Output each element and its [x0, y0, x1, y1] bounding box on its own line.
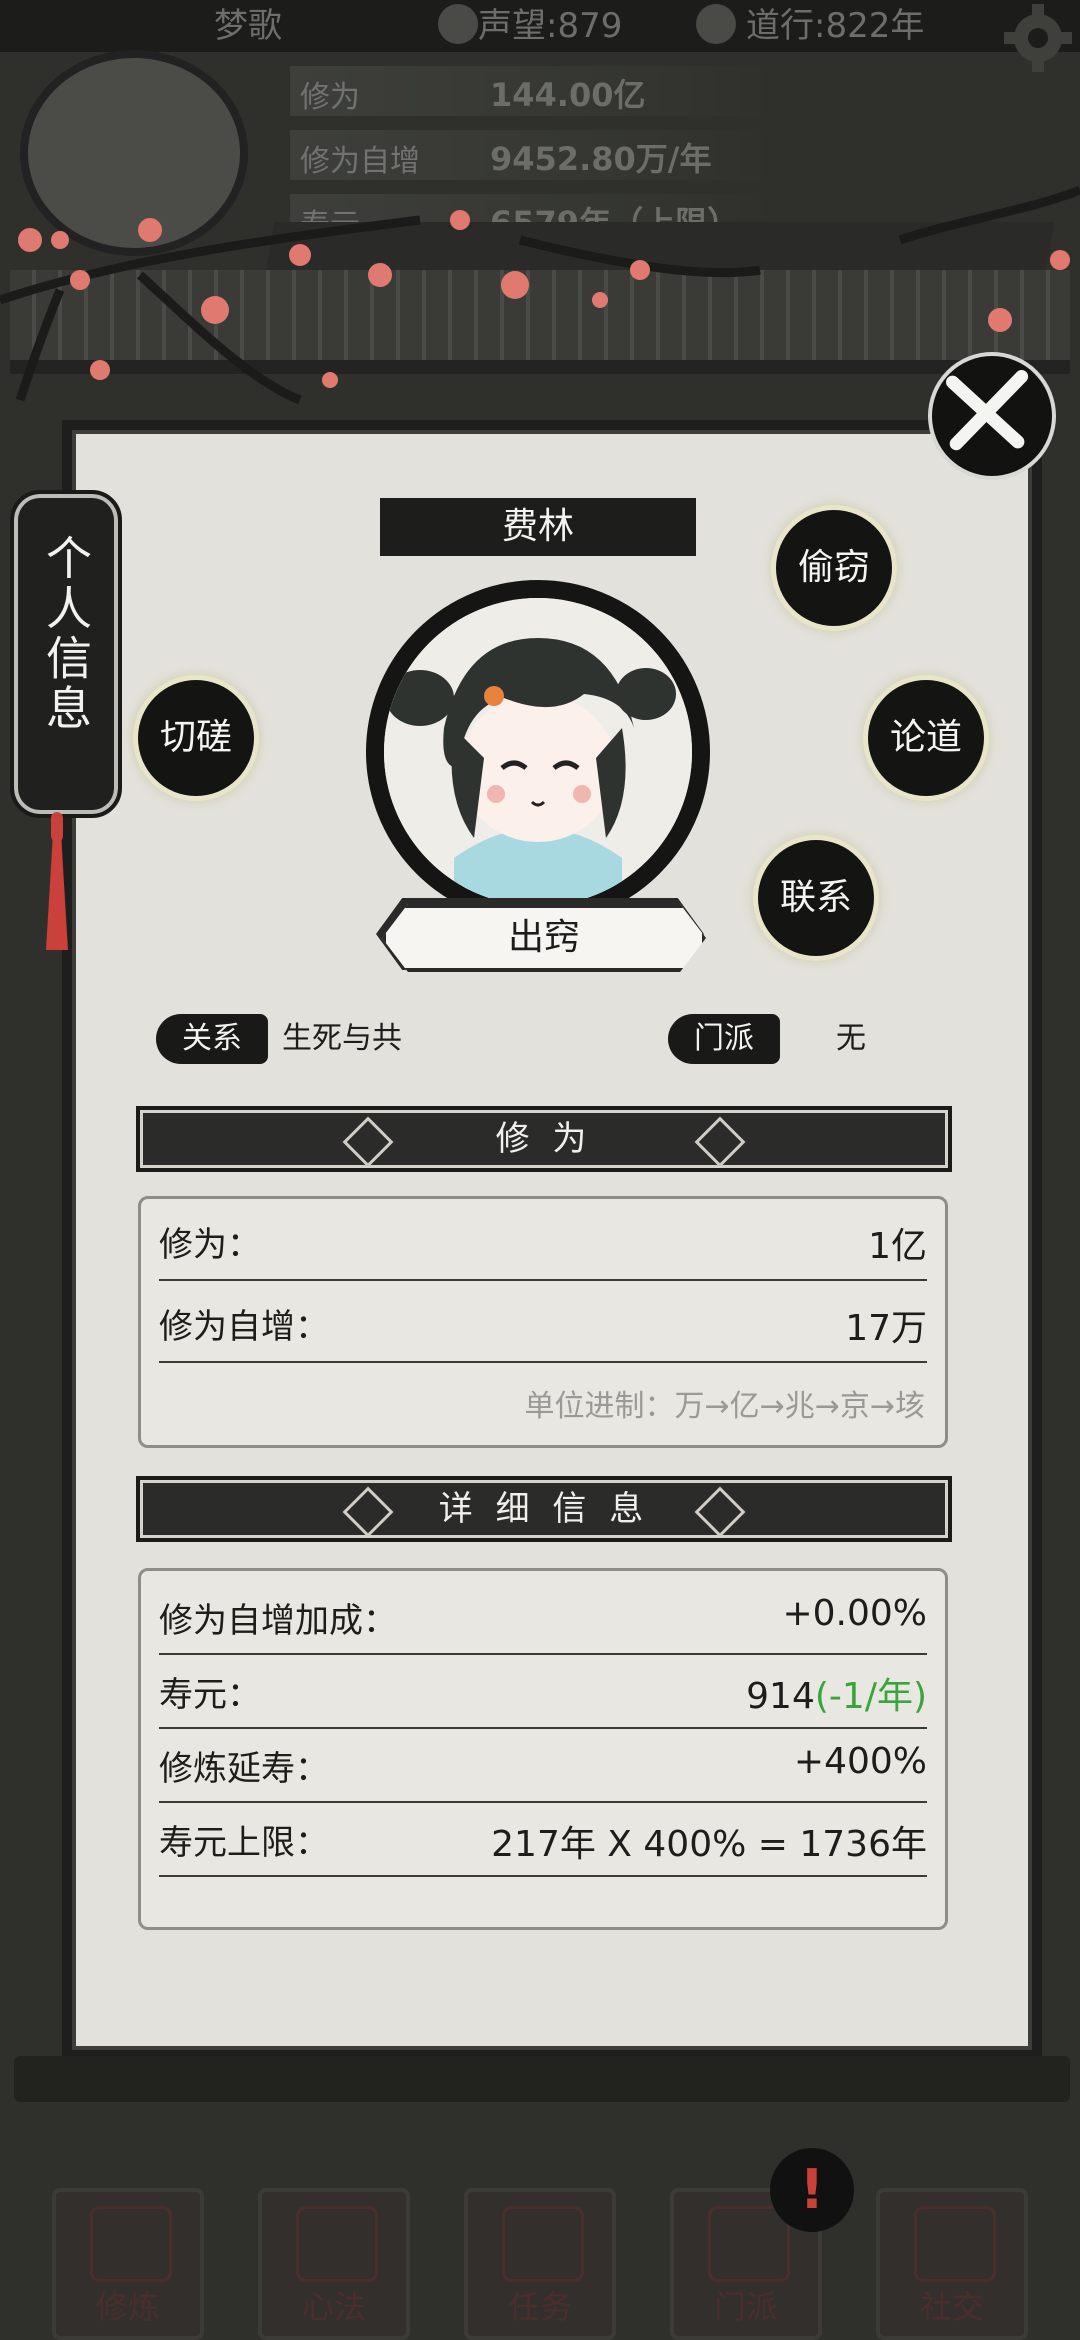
quest-scroll-icon — [502, 2206, 584, 2282]
reputation-icon — [438, 4, 478, 44]
tassel-knot — [51, 812, 63, 842]
scroll-bottom-rod — [14, 2056, 1070, 2102]
diamond-ornament-icon — [694, 1116, 746, 1168]
lifespan-change: (-1/年) — [814, 1676, 927, 1717]
lifespan-limit-row: 寿元上限： 217年 X 400% = 1736年 — [159, 1803, 927, 1877]
sect-tag: 门派 — [668, 1014, 780, 1064]
close-icon — [946, 370, 1029, 451]
tab-personal-info-label: 个人信息 — [39, 534, 93, 734]
cultivation-box: 修为： 1亿 修为自增： 17万 单位进制：万→亿→兆→京→垓 — [138, 1196, 948, 1448]
cultivation-row: 修为： 1亿 — [159, 1199, 927, 1281]
nav-social[interactable]: 社交 — [876, 2188, 1028, 2340]
settings-gear-icon[interactable] — [1000, 0, 1076, 76]
nav-quests[interactable]: 任务 — [464, 2188, 616, 2340]
spar-button[interactable]: 切磋 — [138, 680, 254, 796]
relation-value: 生死与共 — [282, 1021, 402, 1056]
realm-label: 出窍 — [382, 904, 706, 972]
character-name: 费林 — [380, 498, 696, 556]
cultivate-icon — [90, 2206, 172, 2282]
diamond-ornament-icon — [342, 1116, 394, 1168]
diamond-ornament-icon — [694, 1486, 746, 1538]
steal-button[interactable]: 偷窃 — [776, 510, 892, 626]
reputation-value: 声望:879 — [478, 6, 623, 46]
sect-gate-icon — [708, 2206, 790, 2282]
details-box: 修为自增加成： +0.00% 寿元： 914(-1/年) 修炼延寿： +400%… — [138, 1568, 948, 1930]
character-portrait-image — [384, 598, 692, 906]
cultivation-header: 修 为 — [136, 1106, 952, 1172]
people-icon — [914, 2206, 996, 2282]
alert-badge[interactable]: ! — [770, 2148, 854, 2232]
plum-blossom-branch-icon — [0, 185, 1080, 445]
lifespan-value: 914 — [746, 1676, 815, 1717]
tab-personal-info[interactable]: 个人信息 — [10, 490, 122, 818]
lifespan-row: 寿元： 914(-1/年) — [159, 1655, 927, 1729]
scroll-icon — [296, 2206, 378, 2282]
bg-stat-row: 修为自增 9452.80万/年 — [290, 130, 770, 180]
growth-bonus-row: 修为自增加成： +0.00% — [159, 1581, 927, 1655]
details-header: 详 细 信 息 — [136, 1476, 952, 1542]
character-portrait — [366, 580, 710, 924]
cultivation-growth-row: 修为自增： 17万 — [159, 1281, 927, 1363]
daoxing-value: 道行:822年 — [746, 6, 925, 46]
player-name: 梦歌 — [214, 6, 282, 46]
relation-tag: 关系 — [156, 1014, 268, 1064]
diamond-ornament-icon — [342, 1486, 394, 1538]
lifespan-extend-row: 修炼延寿： +400% — [159, 1729, 927, 1803]
bg-stat-row: 修为 144.00亿 — [290, 66, 770, 116]
nav-technique[interactable]: 心法 — [258, 2188, 410, 2340]
unit-note: 单位进制：万→亿→兆→京→垓 — [524, 1389, 925, 1424]
sect-value: 无 — [836, 1021, 866, 1056]
close-button[interactable] — [928, 352, 1056, 480]
top-hud: 梦歌 声望:879 道行:822年 — [0, 0, 1080, 52]
discuss-button[interactable]: 论道 — [868, 680, 984, 796]
nav-cultivate[interactable]: 修炼 — [52, 2188, 204, 2340]
yin-yang-icon — [696, 4, 736, 44]
contact-button[interactable]: 联系 — [758, 840, 874, 956]
